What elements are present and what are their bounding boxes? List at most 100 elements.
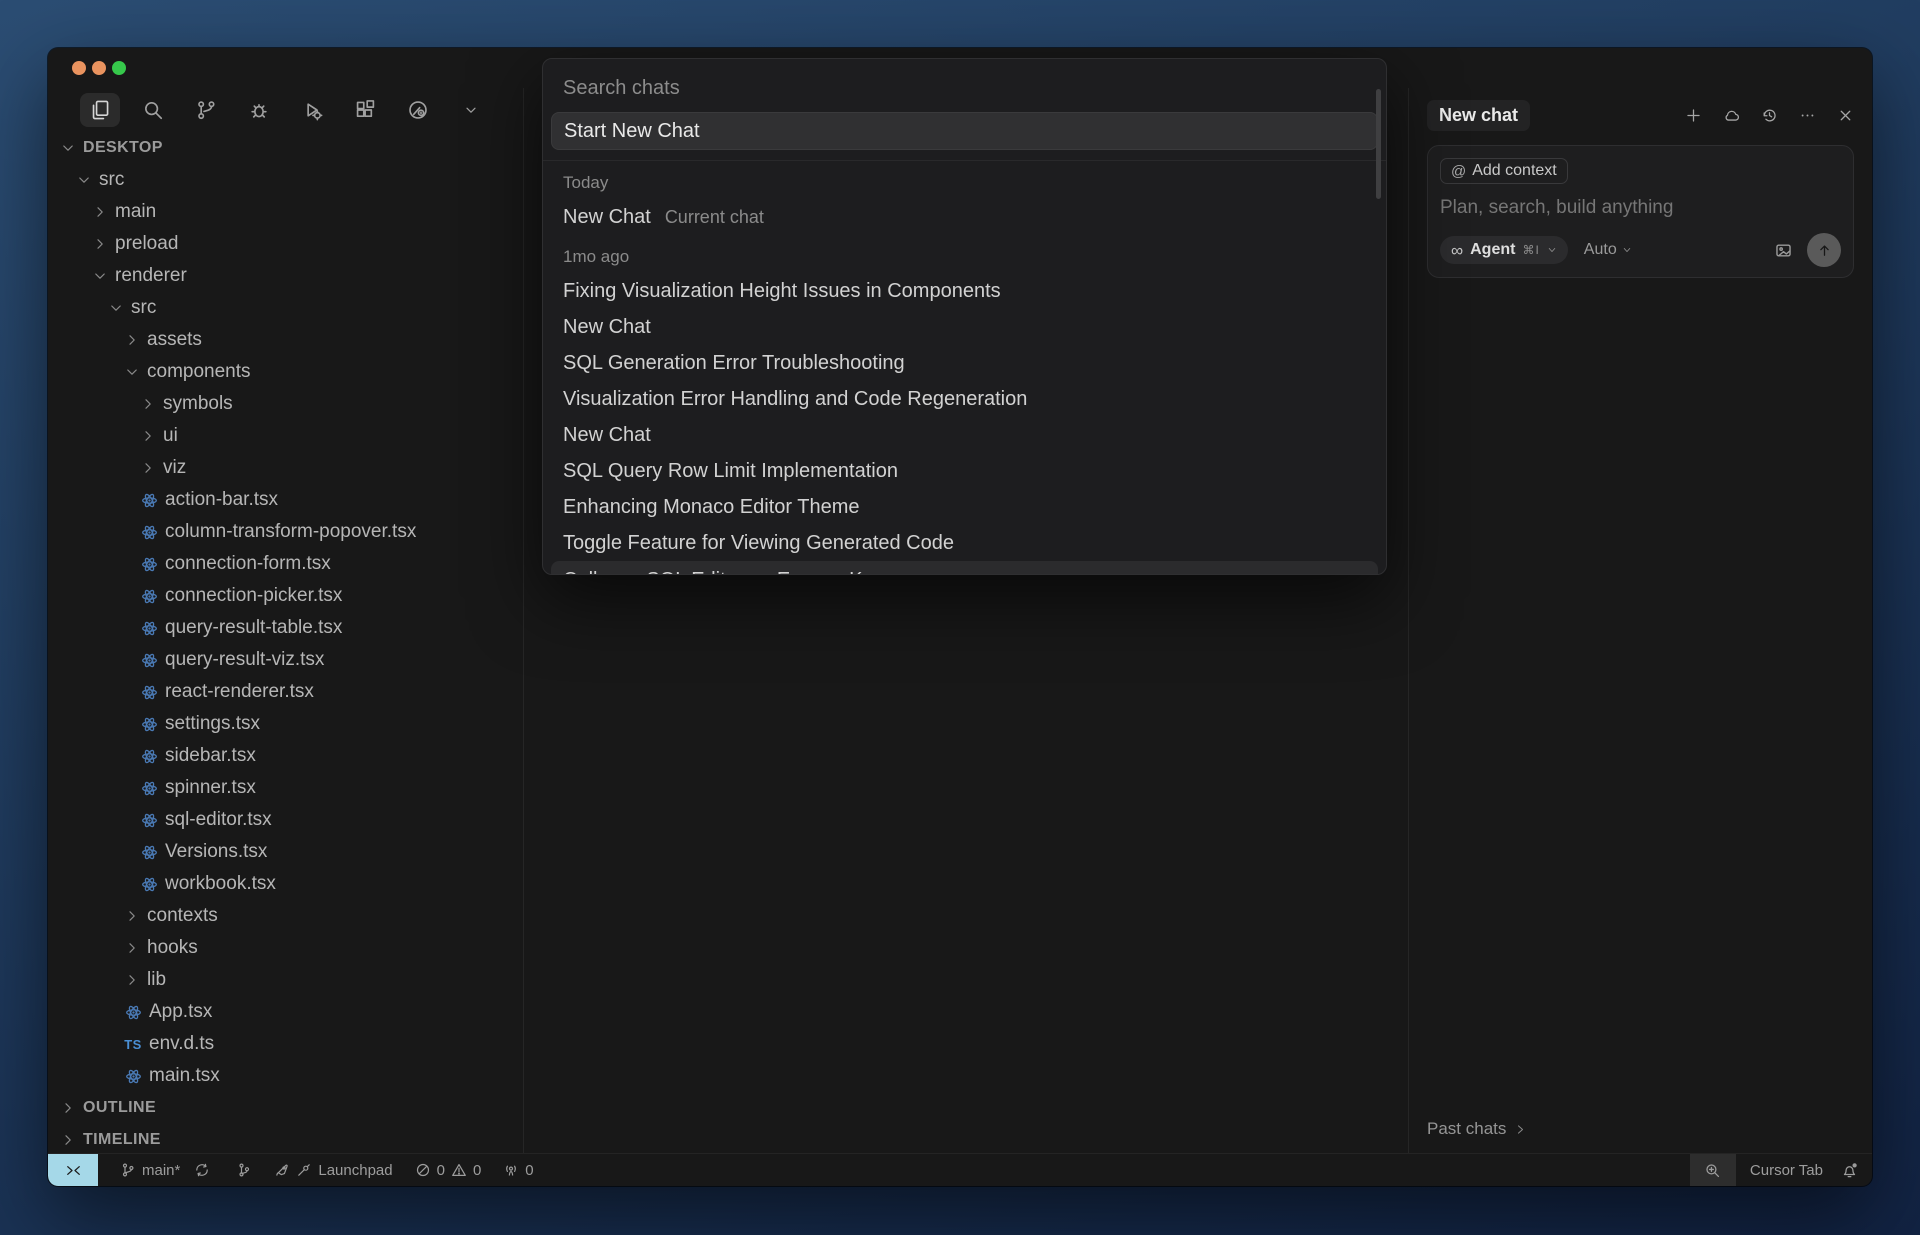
tree-item-label: workbook.tsx — [165, 873, 276, 895]
agent-mode-selector[interactable]: ∞ Agent ⌘I — [1440, 236, 1568, 264]
tree-item-label: components — [147, 361, 251, 383]
send-button[interactable] — [1807, 233, 1841, 267]
tree-folder-symbols[interactable]: symbols — [48, 388, 523, 420]
tree-file-query-result-viz-tsx[interactable]: query-result-viz.tsx — [48, 644, 523, 676]
tree-item-label: preload — [115, 233, 178, 255]
tree-folder-viz[interactable]: viz — [48, 452, 523, 484]
tree-file-react-renderer-tsx[interactable]: react-renderer.tsx — [48, 676, 523, 708]
activity-debug-button[interactable] — [239, 93, 279, 127]
tree-folder-main[interactable]: main — [48, 196, 523, 228]
chat-history-item[interactable]: Collapse SQL Editor on Escape Key — [551, 561, 1378, 575]
attach-image-button[interactable] — [1774, 241, 1793, 260]
tree-folder-assets[interactable]: assets — [48, 324, 523, 356]
zoom-button[interactable] — [1690, 1154, 1736, 1186]
react-file-icon — [140, 843, 158, 861]
tree-file-action-bar-tsx[interactable]: action-bar.tsx — [48, 484, 523, 516]
tree-file-workbook-tsx[interactable]: workbook.tsx — [48, 868, 523, 900]
plus-icon[interactable] — [1685, 107, 1702, 124]
tree-folder-lib[interactable]: lib — [48, 964, 523, 996]
close-icon[interactable] — [1837, 107, 1854, 124]
tree-folder-ui[interactable]: ui — [48, 420, 523, 452]
chat-history-item[interactable]: New Chat — [543, 309, 1386, 345]
git-branch-status[interactable]: main* — [120, 1162, 180, 1179]
tree-folder-preload[interactable]: preload — [48, 228, 523, 260]
tree-folder-src[interactable]: src — [48, 292, 523, 324]
launchpad-status[interactable]: Launchpad — [274, 1162, 392, 1179]
react-file-icon — [140, 491, 158, 509]
chat-composer[interactable]: @ Add context Plan, search, build anythi… — [1427, 145, 1854, 278]
modal-scrollbar[interactable] — [1376, 89, 1381, 199]
tree-folder-contexts[interactable]: contexts — [48, 900, 523, 932]
chat-history-item[interactable]: Visualization Error Handling and Code Re… — [543, 381, 1386, 417]
cloud-icon[interactable] — [1723, 107, 1740, 124]
sync-icon[interactable] — [194, 1162, 210, 1178]
search-chats-input[interactable]: Search chats — [543, 59, 1386, 110]
start-new-chat-item[interactable]: Start New Chat — [551, 112, 1378, 150]
model-label: Auto — [1584, 241, 1617, 259]
git-graph-icon[interactable] — [236, 1162, 252, 1178]
app-window: DESKTOPsrcmainpreloadrenderersrcassetsco… — [48, 48, 1872, 1186]
tree-file-sidebar-tsx[interactable]: sidebar.tsx — [48, 740, 523, 772]
chat-history-item[interactable]: SQL Query Row Limit Implementation — [543, 453, 1386, 489]
traffic-light-zoom-button[interactable] — [112, 61, 126, 75]
tree-file-connection-form-tsx[interactable]: connection-form.tsx — [48, 548, 523, 580]
explorer-section-outline[interactable]: OUTLINE — [48, 1092, 523, 1124]
cursor-tab-status[interactable]: Cursor Tab — [1750, 1162, 1823, 1179]
tree-file-query-result-table-tsx[interactable]: query-result-table.tsx — [48, 612, 523, 644]
delete-chat-button[interactable] — [1350, 572, 1366, 575]
chat-history-item[interactable]: SQL Generation Error Troubleshooting — [543, 345, 1386, 381]
edit-chat-button[interactable] — [1316, 572, 1332, 575]
tree-file-spinner-tsx[interactable]: spinner.tsx — [48, 772, 523, 804]
tree-file-versions-tsx[interactable]: Versions.tsx — [48, 836, 523, 868]
tree-folder-hooks[interactable]: hooks — [48, 932, 523, 964]
tree-item-label: env.d.ts — [149, 1033, 214, 1055]
tree-file-main-tsx[interactable]: main.tsx — [48, 1060, 523, 1092]
tree-file-app-tsx[interactable]: App.tsx — [48, 996, 523, 1028]
tree-item-label: renderer — [115, 265, 187, 287]
react-file-icon — [140, 555, 158, 573]
more-icon[interactable] — [1799, 107, 1816, 124]
chat-tab[interactable]: New chat — [1427, 100, 1530, 131]
past-chats-label: Past chats — [1427, 1119, 1506, 1139]
past-chats-link[interactable]: Past chats — [1427, 1119, 1527, 1139]
explorer-section-timeline[interactable]: TIMELINE — [48, 1124, 523, 1153]
add-context-button[interactable]: @ Add context — [1440, 158, 1568, 184]
activity-run-button[interactable] — [292, 93, 332, 127]
background-agents-status[interactable]: 0 — [503, 1162, 533, 1179]
tree-file-sql-editor-tsx[interactable]: sql-editor.tsx — [48, 804, 523, 836]
chat-history-item[interactable]: New ChatCurrent chat — [543, 199, 1386, 235]
chat-history-item[interactable]: New Chat — [543, 417, 1386, 453]
traffic-light-close-button[interactable] — [72, 61, 86, 75]
tree-folder-src[interactable]: src — [48, 164, 523, 196]
remote-indicator-button[interactable] — [48, 1154, 98, 1186]
model-selector[interactable]: Auto — [1584, 241, 1632, 259]
tree-file-connection-picker-tsx[interactable]: connection-picker.tsx — [48, 580, 523, 612]
tree-folder-renderer[interactable]: renderer — [48, 260, 523, 292]
activity-files-button[interactable] — [80, 93, 120, 127]
infinity-icon: ∞ — [1451, 242, 1463, 259]
tree-file-env-d-ts[interactable]: TSenv.d.ts — [48, 1028, 523, 1060]
problems-status[interactable]: 0 0 — [415, 1162, 482, 1179]
chat-item-suffix: Current chat — [665, 207, 764, 228]
explorer-section-desktop[interactable]: DESKTOP — [48, 132, 523, 164]
chat-switcher-modal: Search chats Start New ChatTodayNew Chat… — [542, 58, 1387, 575]
chat-panel-header: New chat — [1427, 100, 1854, 131]
activity-chevron-down-button[interactable] — [451, 93, 491, 127]
tree-file-column-transform-popover-tsx[interactable]: column-transform-popover.tsx — [48, 516, 523, 548]
tree-folder-components[interactable]: components — [48, 356, 523, 388]
mini-rocket-icon — [296, 1162, 312, 1178]
activity-extensions-button[interactable] — [345, 93, 385, 127]
history-icon[interactable] — [1761, 107, 1778, 124]
activity-source-control-button[interactable] — [186, 93, 226, 127]
chat-history-item[interactable]: Enhancing Monaco Editor Theme — [543, 489, 1386, 525]
activity-gauge-button[interactable] — [398, 93, 438, 127]
notifications-bell[interactable] — [1841, 1162, 1858, 1179]
chat-history-item[interactable]: Fixing Visualization Height Issues in Co… — [543, 273, 1386, 309]
activity-search-button[interactable] — [133, 93, 173, 127]
chevron-right-icon — [124, 940, 140, 956]
traffic-light-minimize-button[interactable] — [92, 61, 106, 75]
chevron-down-icon — [76, 172, 92, 188]
chat-panel: New chat @ Add context Plan, search, bui… — [1408, 88, 1872, 1153]
chat-history-item[interactable]: Toggle Feature for Viewing Generated Cod… — [543, 525, 1386, 561]
tree-file-settings-tsx[interactable]: settings.tsx — [48, 708, 523, 740]
